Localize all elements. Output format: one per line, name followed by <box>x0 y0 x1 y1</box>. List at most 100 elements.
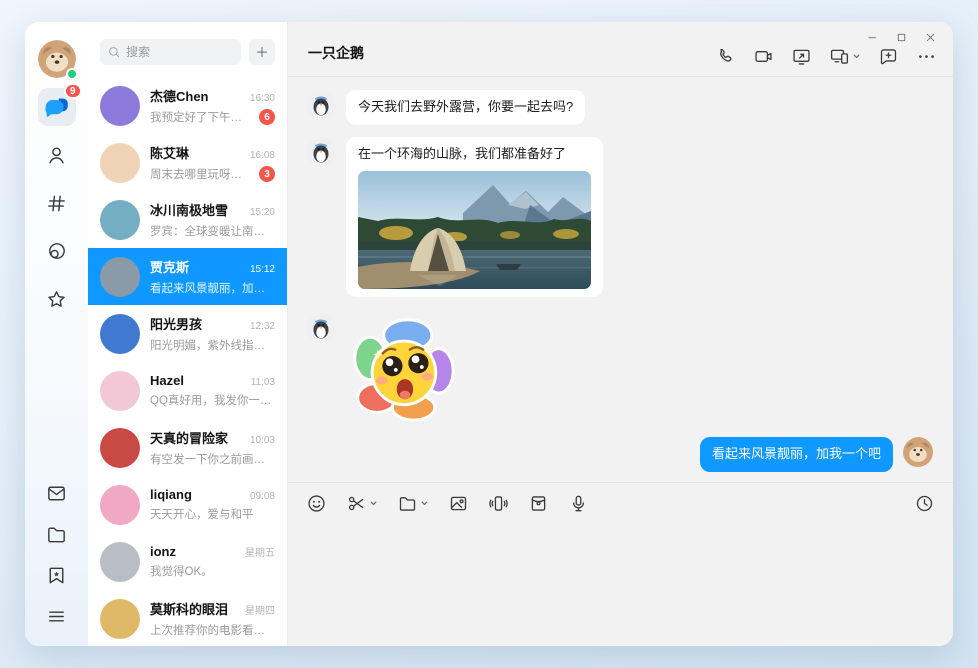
message-area: 今天我们去野外露营，你要一起去吗? 在一个环海的山脉，我们都准备好了 看起来风景… <box>288 77 953 482</box>
close-icon[interactable] <box>924 31 937 44</box>
nav-sidebar: 9 <box>25 22 88 646</box>
peer-avatar[interactable] <box>306 136 336 167</box>
conversation-name: 冰川南极地雪 <box>150 203 229 218</box>
sidebar-item-collections[interactable] <box>41 559 73 591</box>
conversation-time: 15:20 <box>249 207 275 218</box>
flower-emoji-sticker[interactable] <box>350 315 456 422</box>
microphone-icon <box>573 495 584 512</box>
conversation-item[interactable]: Hazel 11:03 QQ真好用，我发你一个超清表情 <box>88 362 287 419</box>
conversation-item[interactable]: 杰德Chen 16:30 我预定好了下午的会议 6 <box>88 77 287 134</box>
sidebar-item-moments[interactable] <box>38 232 76 270</box>
camping-lake-photo <box>358 170 591 289</box>
avatar <box>100 199 140 240</box>
launch-group-chat-button[interactable] <box>878 46 899 67</box>
folder-icon <box>399 497 416 511</box>
person-icon <box>49 146 64 163</box>
message-text: 在一个环海的山脉，我们都准备好了 <box>358 145 567 161</box>
photo-attachment[interactable] <box>358 170 591 289</box>
message-outgoing: 看起来风景靓丽，加我一个吧 <box>306 436 935 472</box>
add-button[interactable] <box>249 39 275 65</box>
folder-icon <box>48 527 65 542</box>
conversation-time: 12:32 <box>249 321 275 332</box>
emoji-button[interactable] <box>306 493 327 514</box>
app-window: 9 搜索 杰德Chen 16:30 我预定好了下午的会 6 陈艾琳 16:08 … <box>25 22 953 646</box>
message-bubble: 看起来风景靓丽，加我一个吧 <box>699 436 893 472</box>
conversation-item[interactable]: liqiang 09:08 天天开心，爱与和平 <box>88 476 287 533</box>
conversation-time: 09:08 <box>249 491 275 502</box>
online-status-dot <box>65 68 78 80</box>
user-avatar[interactable] <box>37 40 78 80</box>
conversation-name: 莫斯科的眼泪 <box>150 602 229 617</box>
chat-bubbles-icon <box>45 98 68 117</box>
more-button[interactable] <box>916 46 937 67</box>
conversation-item[interactable]: 莫斯科的眼泪 星期四 上次推荐你的电影看了吗? <box>88 590 287 646</box>
chevron-down-icon <box>853 54 860 59</box>
emoji-icon <box>308 495 325 512</box>
phone-icon <box>720 48 732 62</box>
conversation-item[interactable]: 冰川南极地雪 15:20 罗宾：全球变暖让南极的冰川 <box>88 191 287 248</box>
conversation-time: 16:30 <box>249 93 275 104</box>
message-incoming-sticker <box>306 312 935 422</box>
voice-message-button[interactable] <box>568 493 589 514</box>
bookmark-star-icon <box>49 567 64 583</box>
penguin-avatar-image <box>306 312 336 343</box>
sidebar-item-favorites[interactable] <box>38 280 76 318</box>
conversation-time: 11:03 <box>250 377 275 388</box>
conversation-item-selected[interactable]: 贾克斯 15:12 看起来风景靓丽，加我一个吧 <box>88 248 287 305</box>
red-packet-icon <box>531 496 546 511</box>
conversation-item[interactable]: ionz 星期五 我觉得OK。 <box>88 533 287 590</box>
penguin-avatar-image <box>306 90 336 120</box>
conversation-time: 星期五 <box>245 548 275 559</box>
minimize-icon[interactable] <box>866 31 879 44</box>
sidebar-bottom-group <box>41 477 73 632</box>
conversation-name: 阳光男孩 <box>150 317 203 332</box>
conversation-item[interactable]: 阳光男孩 12:32 阳光明媚，紫外线指数不高 <box>88 305 287 362</box>
image-button[interactable] <box>448 493 469 514</box>
sticker-image <box>353 318 455 422</box>
message-history-button[interactable] <box>914 493 935 514</box>
message-bubble: 今天我们去野外露营，你要一起去吗? <box>346 90 586 125</box>
screen-share-button[interactable] <box>791 46 812 67</box>
conversation-item[interactable]: 陈艾琳 16:08 周末去哪里玩呀？嘻嘻 3 <box>88 134 287 191</box>
dog-avatar-image <box>903 436 933 467</box>
red-packet-button[interactable] <box>528 493 549 514</box>
desktop: { "colors": { "accent": "#0f98ff", "badg… <box>0 0 978 668</box>
maximize-icon[interactable] <box>895 31 908 44</box>
avatar <box>100 427 140 468</box>
conversation-name: ionz <box>150 544 176 559</box>
sidebar-item-menu[interactable] <box>41 600 73 632</box>
conversation-item[interactable]: 天真的冒险家 10:03 有空发一下你之前画的表情 <box>88 419 287 476</box>
self-avatar[interactable] <box>903 436 935 469</box>
multi-device-icon <box>830 49 849 64</box>
chevron-down-icon <box>370 501 377 506</box>
sidebar-item-mail[interactable] <box>41 477 73 509</box>
conversation-preview: 周末去哪里玩呀？嘻嘻 <box>150 169 253 181</box>
plus-icon <box>256 46 268 58</box>
avatar <box>100 85 140 126</box>
nudge-button[interactable] <box>488 493 509 514</box>
search-input[interactable] <box>100 39 241 65</box>
peer-avatar[interactable] <box>306 312 336 343</box>
remote-device-button[interactable] <box>829 46 861 67</box>
hamburger-menu-icon <box>49 610 64 622</box>
screenshot-button[interactable] <box>346 493 378 514</box>
mail-icon <box>48 486 65 500</box>
file-button[interactable] <box>397 493 429 514</box>
peer-avatar[interactable] <box>306 90 336 120</box>
sidebar-item-channels[interactable] <box>38 184 76 222</box>
conversation-name: Hazel <box>150 373 184 388</box>
video-call-button[interactable] <box>753 46 774 67</box>
sidebar-item-messages[interactable]: 9 <box>37 83 82 126</box>
message-input[interactable] <box>288 524 953 646</box>
avatar <box>100 142 140 183</box>
voice-call-button[interactable] <box>715 46 736 67</box>
conversation-preview: QQ真好用，我发你一个超清表情 <box>150 395 275 407</box>
sidebar-item-folder[interactable] <box>41 518 73 550</box>
chat-header: 一只企鹅 <box>288 22 953 77</box>
video-camera-icon <box>755 51 772 62</box>
message-incoming: 今天我们去野外露营，你要一起去吗? <box>306 90 935 125</box>
conversation-name: 杰德Chen <box>150 89 209 104</box>
message-incoming: 在一个环海的山脉，我们都准备好了 <box>306 136 935 297</box>
sidebar-item-contacts[interactable] <box>38 136 76 174</box>
conversation-list-panel: 杰德Chen 16:30 我预定好了下午的会议 6 陈艾琳 16:08 周末去哪里玩呀… <box>88 22 288 646</box>
